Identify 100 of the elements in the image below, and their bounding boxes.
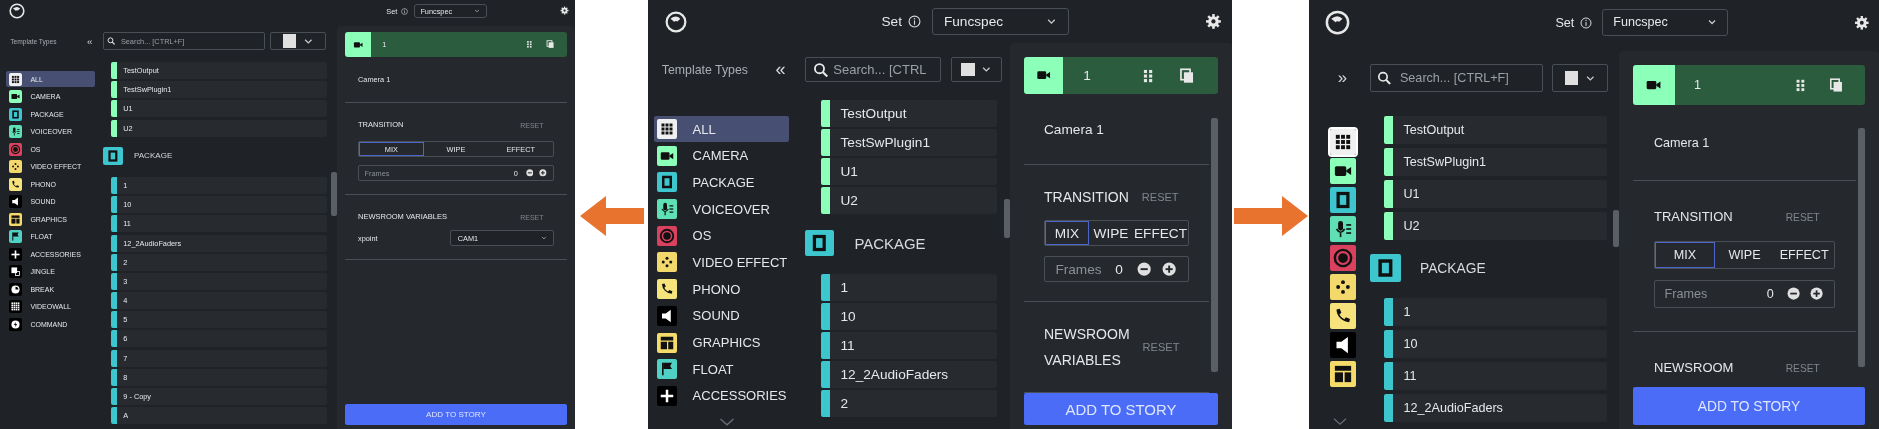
filter-dropdown[interactable] bbox=[270, 32, 327, 50]
camera-icon bbox=[1633, 65, 1675, 105]
scrollbar[interactable] bbox=[331, 172, 337, 217]
field-value: 0 bbox=[1115, 261, 1123, 277]
template-item[interactable]: 11 bbox=[820, 332, 998, 359]
template-item[interactable]: 1 bbox=[820, 274, 998, 301]
caret-icon bbox=[474, 8, 481, 14]
filter-dropdown[interactable] bbox=[951, 57, 1002, 82]
frames-field[interactable]: Frames 0 bbox=[1654, 280, 1835, 308]
section-title: NEWSROOM VARIABLES bbox=[1044, 325, 1130, 370]
template-item[interactable]: 10 bbox=[820, 303, 998, 330]
scrollbar[interactable] bbox=[1211, 117, 1218, 373]
reset-button[interactable]: RESET bbox=[1142, 341, 1180, 353]
copy-icon[interactable] bbox=[546, 40, 555, 49]
add-to-story-button[interactable]: ADD TO STORY bbox=[345, 404, 567, 425]
plus-icon[interactable] bbox=[539, 169, 547, 177]
sidebar-item[interactable]: GRAPHICS bbox=[654, 329, 790, 356]
transition-option[interactable]: WIPE bbox=[1714, 242, 1775, 268]
transition-option[interactable]: EFFECT bbox=[1132, 221, 1188, 245]
set-dropdown[interactable]: Funcspec bbox=[932, 8, 1069, 35]
transition-option[interactable]: MIX bbox=[1045, 221, 1089, 245]
chevron-down-icon[interactable] bbox=[1332, 417, 1347, 427]
camera-icon bbox=[345, 32, 372, 57]
square-icon bbox=[1565, 71, 1579, 85]
scrollbar[interactable] bbox=[1004, 198, 1010, 239]
group-title: PACKAGE bbox=[134, 151, 173, 161]
search-field[interactable]: Search... [CTRL+F] bbox=[1370, 64, 1543, 92]
logo-icon bbox=[1324, 10, 1350, 35]
info-icon[interactable] bbox=[1580, 16, 1593, 29]
template-item[interactable]: 12_2AudioFaders bbox=[1384, 394, 1607, 422]
field-value: 0 bbox=[1766, 287, 1774, 301]
square-icon bbox=[283, 34, 297, 48]
field-label: Frames bbox=[1664, 287, 1709, 301]
transition-option[interactable]: EFFECT bbox=[1774, 242, 1834, 268]
scrollbar[interactable] bbox=[1858, 127, 1865, 368]
chevron-down-icon[interactable] bbox=[718, 416, 735, 427]
item-description: Camera 1 bbox=[1044, 121, 1104, 137]
template-item[interactable]: U1 bbox=[1384, 180, 1607, 208]
info-icon[interactable] bbox=[400, 7, 408, 15]
caret-icon bbox=[1045, 16, 1057, 27]
settings-icon[interactable] bbox=[560, 6, 570, 16]
reset-button[interactable]: RESET bbox=[1141, 191, 1179, 203]
reset-button[interactable]: RESET bbox=[1785, 211, 1820, 223]
sidebar-item[interactable]: OS bbox=[654, 222, 790, 249]
collapse-button[interactable]: « bbox=[87, 35, 93, 47]
copy-icon[interactable] bbox=[1179, 67, 1195, 84]
item-description: Camera 1 bbox=[1654, 135, 1710, 150]
transition-option[interactable]: MIX bbox=[1655, 242, 1715, 268]
sidebar-item[interactable]: PACKAGE bbox=[654, 169, 790, 196]
add-to-story-button[interactable]: ADD TO STORY bbox=[1024, 393, 1218, 425]
plus-icon[interactable] bbox=[1810, 287, 1824, 301]
sidebar-item[interactable]: VIDEO EFFECT bbox=[654, 249, 790, 276]
frames-field[interactable]: Frames 0 bbox=[1044, 256, 1189, 282]
filter-dropdown[interactable] bbox=[1552, 64, 1609, 92]
sidebar-item[interactable]: PHONO bbox=[654, 276, 790, 303]
plus-icon[interactable] bbox=[1162, 261, 1177, 277]
minus-icon[interactable] bbox=[1137, 261, 1152, 277]
search-icon bbox=[107, 36, 116, 46]
template-item[interactable]: 10 bbox=[1384, 330, 1607, 358]
section-title: TRANSITION bbox=[1044, 188, 1129, 207]
template-item[interactable]: TestSwPlugin1 bbox=[820, 129, 998, 156]
search-field[interactable]: Search... [CTRL bbox=[805, 57, 941, 82]
template-item[interactable]: 2 bbox=[820, 390, 998, 417]
collapse-button[interactable]: » bbox=[1337, 68, 1348, 88]
search-icon bbox=[1377, 70, 1392, 86]
reset-button[interactable]: RESET bbox=[1785, 362, 1820, 374]
sidebar-item[interactable]: SOUND bbox=[654, 302, 790, 329]
arrow-icon bbox=[1233, 196, 1308, 236]
template-item[interactable]: U2 bbox=[1384, 212, 1607, 240]
camera-icon bbox=[1024, 57, 1063, 94]
search-icon bbox=[812, 61, 829, 78]
scrollbar[interactable] bbox=[1613, 209, 1619, 248]
add-to-story-button[interactable]: ADD TO STORY bbox=[1633, 387, 1865, 425]
transition-option[interactable]: WIPE bbox=[1089, 221, 1133, 245]
template-item[interactable]: 1 bbox=[1384, 298, 1607, 326]
sidebar-item[interactable]: FLOAT bbox=[654, 356, 790, 383]
minus-icon[interactable] bbox=[1787, 287, 1801, 301]
template-item[interactable]: TestSwPlugin1 bbox=[1384, 148, 1607, 176]
template-item[interactable]: U2 bbox=[820, 187, 998, 214]
set-dropdown[interactable]: Funcspec bbox=[1602, 8, 1729, 37]
minus-icon[interactable] bbox=[525, 169, 534, 177]
caret-icon bbox=[981, 64, 992, 75]
template-item[interactable]: TestOutput bbox=[820, 100, 998, 127]
settings-icon[interactable] bbox=[1204, 13, 1222, 30]
sidebar-item[interactable]: ALL bbox=[654, 116, 790, 142]
set-label: Set bbox=[881, 14, 902, 29]
info-icon[interactable] bbox=[908, 15, 922, 28]
drag-handle-icon[interactable] bbox=[525, 40, 534, 49]
item-title: 1 bbox=[1692, 78, 1702, 92]
collapse-button[interactable]: « bbox=[775, 59, 786, 80]
sidebar-item[interactable]: CAMERA bbox=[654, 142, 790, 169]
logo-icon bbox=[664, 10, 687, 33]
set-label: Set bbox=[1555, 15, 1575, 30]
template-item[interactable]: TestOutput bbox=[1384, 116, 1607, 144]
copy-icon[interactable] bbox=[1829, 77, 1844, 93]
template-item[interactable]: 12_2AudioFaders bbox=[820, 361, 998, 388]
sidebar-item[interactable]: VOICEOVER bbox=[654, 196, 790, 223]
sidebar-item[interactable]: ACCESSORIES bbox=[654, 382, 790, 409]
template-item[interactable]: U1 bbox=[820, 158, 998, 185]
template-item[interactable]: 11 bbox=[1384, 362, 1607, 390]
